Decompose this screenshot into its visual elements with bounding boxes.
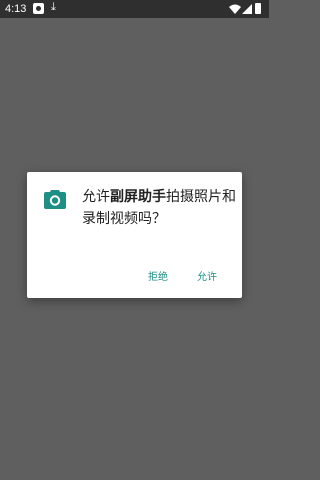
status-time: 4:13 [5,3,27,15]
app-name: 副屏助手 [110,189,166,205]
allow-button[interactable]: 允许 [197,268,217,283]
message-prefix: 允许 [82,189,110,205]
dialog-message: 允许副屏助手拍摄照片和录制视频吗？ [82,186,240,230]
permission-dialog: 允许副屏助手拍摄照片和录制视频吗？ 拒绝 允许 [27,172,242,298]
wifi-icon [229,4,241,14]
notification-icon [33,3,44,14]
battery-icon [255,3,261,14]
signal-icon [242,4,252,14]
status-bar: 4:13 ⤓ [0,0,269,18]
camera-icon [44,190,66,209]
download-icon: ⤓ [51,1,56,13]
deny-button[interactable]: 拒绝 [148,268,168,283]
